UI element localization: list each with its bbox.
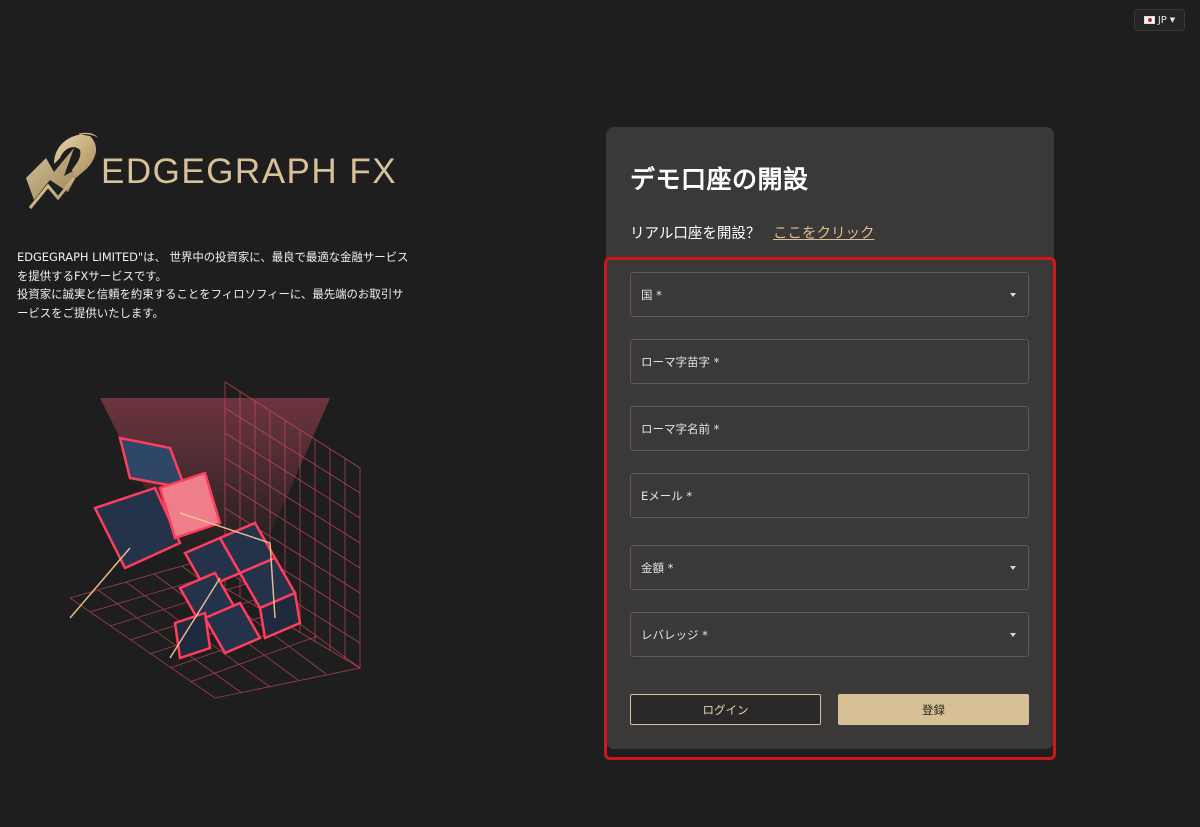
caret-down-icon: ▼ bbox=[1169, 16, 1176, 24]
intro-line: 投資家に誠実と信頼を約束することをフィロソフィーに、最先端のお取引サ bbox=[17, 287, 404, 301]
chevron-down-icon bbox=[1010, 633, 1016, 637]
register-button[interactable]: 登録 bbox=[838, 694, 1029, 725]
language-selector[interactable]: JP ▼ bbox=[1134, 9, 1185, 31]
login-button[interactable]: ログイン bbox=[630, 694, 821, 725]
first-name-label: ローマ字名前 * bbox=[641, 421, 720, 436]
leverage-label: レバレッジ * bbox=[641, 627, 708, 642]
amount-select[interactable]: 金額 * bbox=[630, 545, 1029, 590]
last-name-input[interactable]: ローマ字苗字 * bbox=[630, 339, 1029, 384]
signup-page: JP ▼ EDGEGRAPH FX EDGEGRAPH LIMITED"は、 世… bbox=[0, 0, 1200, 827]
language-label: JP bbox=[1157, 14, 1167, 26]
country-label: 国 * bbox=[641, 287, 662, 302]
last-name-label: ローマ字苗字 * bbox=[641, 354, 720, 369]
email-label: Eメール * bbox=[641, 488, 693, 503]
real-account-link[interactable]: ここをクリック bbox=[773, 226, 875, 242]
country-select[interactable]: 国 * bbox=[630, 272, 1029, 317]
real-account-question: リアル口座を開設？ bbox=[630, 226, 761, 242]
cubes-illustration bbox=[69, 381, 361, 699]
amount-label: 金額 * bbox=[641, 560, 674, 575]
intro-line: を提供するFXサービスです。 bbox=[17, 268, 167, 283]
chevron-down-icon bbox=[1010, 566, 1016, 570]
chevron-down-icon bbox=[1010, 293, 1016, 297]
intro-line: ービスをご提供いたします。 bbox=[17, 305, 164, 320]
first-name-input[interactable]: ローマ字名前 * bbox=[630, 406, 1029, 451]
japan-flag-icon bbox=[1143, 16, 1155, 24]
email-input[interactable]: Eメール * bbox=[630, 473, 1029, 518]
leverage-select[interactable]: レバレッジ * bbox=[630, 612, 1029, 657]
intro-line: EDGEGRAPH LIMITED"は、 世界中の投資家に、最良で最適な金融サー… bbox=[17, 250, 409, 264]
real-account-prompt: リアル口座を開設？ ここをクリック bbox=[630, 222, 874, 243]
intro-text: EDGEGRAPH LIMITED"は、 世界中の投資家に、最良で最適な金融サー… bbox=[17, 248, 437, 322]
brand-name: EDGEGRAPH FX bbox=[101, 152, 398, 191]
form-title: デモ口座の開設 bbox=[630, 165, 809, 194]
